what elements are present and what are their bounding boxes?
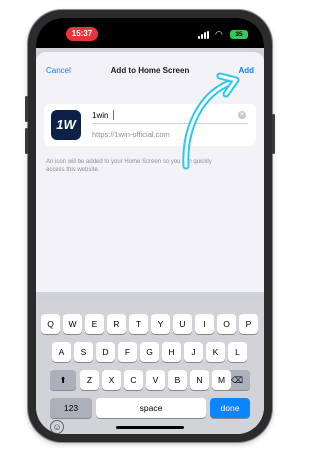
key-w[interactable]: W <box>63 314 82 334</box>
dynamic-island <box>124 25 178 41</box>
key-i[interactable]: I <box>195 314 214 334</box>
key-a[interactable]: A <box>52 342 71 362</box>
key-l[interactable]: L <box>228 342 247 362</box>
key-c[interactable]: C <box>124 370 143 390</box>
key-j[interactable]: J <box>184 342 203 362</box>
key-h[interactable]: H <box>162 342 181 362</box>
add-button[interactable]: Add <box>238 66 254 75</box>
key-y[interactable]: Y <box>151 314 170 334</box>
key-r[interactable]: R <box>107 314 126 334</box>
key-v[interactable]: V <box>146 370 165 390</box>
keyboard: ⬆ ⌫ 123 space done QWERTYUIOPASDFGHJKLZX… <box>36 300 264 434</box>
key-m[interactable]: M <box>212 370 231 390</box>
signal-icon <box>198 31 212 39</box>
key-z[interactable]: Z <box>80 370 99 390</box>
key-q[interactable]: Q <box>41 314 60 334</box>
app-card: 1W 1win ✕ https://1win-official.com <box>44 104 256 146</box>
key-u[interactable]: U <box>173 314 192 334</box>
phone-frame: 15:37 ◠ 35 Cancel Add to Home Screen Add… <box>25 10 275 442</box>
key-f[interactable]: F <box>118 342 137 362</box>
key-s[interactable]: S <box>74 342 93 362</box>
key-d[interactable]: D <box>96 342 115 362</box>
done-key[interactable]: done <box>210 398 250 418</box>
emoji-icon[interactable]: ☺ <box>50 420 64 434</box>
key-k[interactable]: K <box>206 342 225 362</box>
key-o[interactable]: O <box>217 314 236 334</box>
power-button <box>272 114 275 154</box>
battery-icon: 35 <box>230 30 248 39</box>
key-x[interactable]: X <box>102 370 121 390</box>
app-icon: 1W <box>51 110 81 140</box>
page-title: Add to Home Screen <box>110 66 190 75</box>
key-g[interactable]: G <box>140 342 159 362</box>
clear-icon[interactable]: ✕ <box>238 111 246 119</box>
key-p[interactable]: P <box>239 314 258 334</box>
key-e[interactable]: E <box>85 314 104 334</box>
description-text: An icon will be added to your Home Scree… <box>46 159 212 173</box>
key-b[interactable]: B <box>168 370 187 390</box>
key-n[interactable]: N <box>190 370 209 390</box>
volume-down-button <box>25 128 28 154</box>
screen: 15:37 ◠ 35 Cancel Add to Home Screen Add… <box>36 18 264 434</box>
url-text: https://1win-official.com <box>92 130 170 139</box>
home-indicator <box>116 426 184 429</box>
add-to-home-sheet: Cancel Add to Home Screen Add 1W 1win ✕ … <box>36 52 264 292</box>
space-key[interactable]: space <box>96 398 206 418</box>
wifi-icon: ◠ <box>215 29 223 39</box>
numbers-key[interactable]: 123 <box>50 398 92 418</box>
shift-key[interactable]: ⬆ <box>50 370 76 390</box>
text-caret <box>113 110 114 120</box>
nav-bar: Cancel Add to Home Screen Add <box>36 62 264 82</box>
status-bar: 15:37 ◠ 35 <box>36 18 264 48</box>
volume-up-button <box>25 96 28 122</box>
name-field[interactable]: 1win ✕ <box>92 108 248 124</box>
name-value: 1win <box>92 111 109 120</box>
status-time: 15:37 <box>66 27 98 41</box>
key-t[interactable]: T <box>129 314 148 334</box>
